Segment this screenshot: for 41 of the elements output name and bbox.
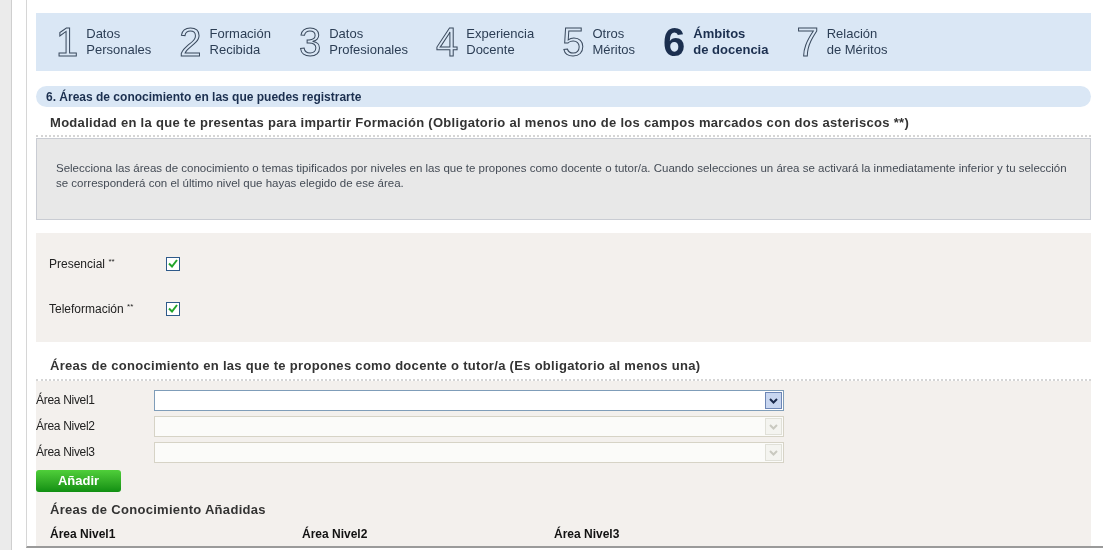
step-label[interactable]: Experiencia: [466, 26, 535, 42]
step-number: 6: [663, 22, 686, 62]
dropdown-icon: [765, 443, 782, 461]
column-header: Área Nivel2: [302, 525, 369, 543]
field-label: Área Nivel3: [36, 443, 96, 461]
step-number: 4: [436, 22, 459, 62]
step-label[interactable]: de docencia: [693, 42, 769, 58]
step-label[interactable]: Ámbitos: [693, 26, 769, 42]
check-icon: [168, 304, 178, 313]
option-label: Teleformación $^{**}$: [49, 300, 135, 318]
dropdown-icon: [765, 391, 782, 409]
checkbox[interactable]: [166, 256, 180, 271]
dropdown-icon: [765, 417, 782, 435]
checkbox[interactable]: [166, 301, 180, 316]
info-box: Selecciona las áreas de conocimiento o temas tipificados por niveles en las que te propones como docente o tutor/a. Cuando selecciones un área se activará la inmediatamente inferior y tu selección se corresponderá con el último nivel que hayas elegido de ese área.: [36, 137, 1091, 220]
option-label: Presencial $^{**}$: [49, 255, 116, 273]
select-field[interactable]: [154, 389, 784, 411]
step-label[interactable]: Datos: [86, 26, 152, 42]
step-number: 3: [298, 22, 322, 62]
step-label[interactable]: Recibida: [209, 42, 271, 58]
step-label[interactable]: Personales: [86, 42, 152, 58]
step-number: 2: [179, 22, 202, 62]
step-label[interactable]: de Méritos: [826, 42, 888, 58]
check-icon: [168, 259, 178, 268]
step-label[interactable]: Datos: [329, 26, 408, 42]
field-label: Área Nivel1: [36, 391, 96, 409]
column-header: Área Nivel1: [50, 525, 117, 543]
section-heading: Modalidad en la que te presentas para impartir Formación (Obligatorio al menos uno de los campos marcados con dos asteriscos **): [36, 111, 1091, 137]
step-label[interactable]: Profesionales: [329, 42, 408, 58]
field-label: Área Nivel2: [36, 417, 96, 435]
step-label[interactable]: Otros: [592, 26, 636, 42]
step-number: 1: [56, 22, 79, 62]
step-label[interactable]: Docente: [466, 42, 535, 58]
added-title: Áreas de Conocimiento Añadidas: [49, 501, 267, 519]
step-number: 7: [796, 22, 819, 62]
step-label[interactable]: Formación: [209, 26, 271, 42]
step-number: 5: [562, 22, 585, 62]
step-label[interactable]: Méritos: [592, 42, 636, 58]
section-header: 6. Áreas de conocimiento en las que puedes registrarte: [36, 86, 1091, 107]
step-label[interactable]: Relación: [826, 26, 888, 42]
column-header: Área Nivel3: [554, 525, 621, 543]
